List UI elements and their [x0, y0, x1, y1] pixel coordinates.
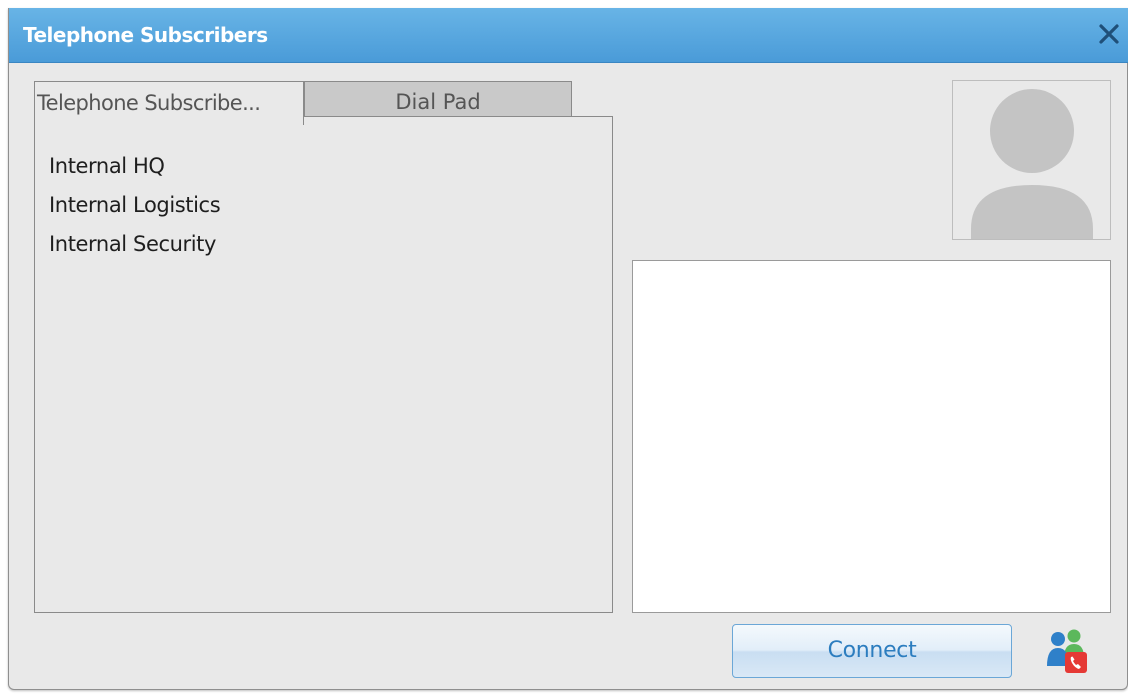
telephone-subscribers-dialog: Telephone Subscribers Telephone Subscrib…	[8, 8, 1128, 690]
close-button[interactable]	[1089, 18, 1128, 52]
contacts-call-button[interactable]	[1045, 628, 1089, 674]
user-avatar-placeholder-icon	[971, 89, 1093, 239]
list-item[interactable]: Internal Logistics	[49, 186, 221, 225]
list-item[interactable]: Internal Security	[49, 225, 220, 264]
subscriber-list: Internal HQ Internal Logistics Internal …	[49, 147, 221, 264]
connect-button[interactable]: Connect	[732, 624, 1012, 678]
list-item[interactable]: Internal HQ	[49, 147, 220, 186]
subscriber-info-box	[632, 260, 1111, 613]
tab-dial-pad[interactable]: Dial Pad	[304, 81, 572, 118]
contacts-call-icon	[1047, 629, 1087, 673]
close-icon	[1099, 24, 1119, 44]
avatar	[952, 80, 1111, 240]
title-bar: Telephone Subscribers	[9, 8, 1128, 63]
subscribers-panel: Internal HQ Internal Logistics Internal …	[34, 116, 613, 613]
tab-telephone-subscribers[interactable]: Telephone Subscribe...	[34, 81, 304, 125]
window-title: Telephone Subscribers	[23, 23, 268, 47]
